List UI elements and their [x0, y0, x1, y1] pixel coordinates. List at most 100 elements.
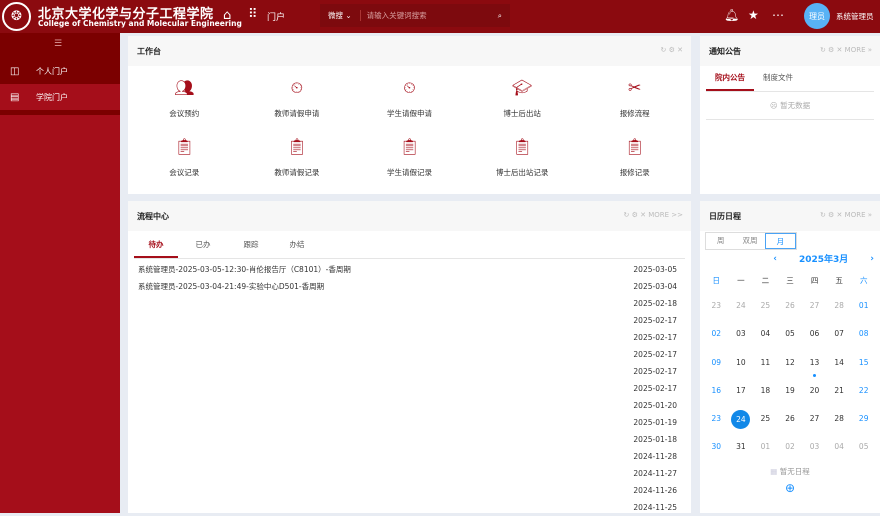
calendar-day[interactable]: 01: [851, 294, 876, 322]
calendar-day[interactable]: 11: [753, 351, 778, 379]
calendar-day[interactable]: 27: [802, 294, 827, 322]
tab-finished[interactable]: 办结: [274, 233, 320, 258]
calendar-day[interactable]: 18: [753, 379, 778, 407]
calendar-day[interactable]: 09: [704, 351, 729, 379]
calendar-day[interactable]: 27: [802, 407, 827, 435]
calendar-day[interactable]: 06: [802, 322, 827, 350]
tab-college-notice[interactable]: 院内公告: [706, 66, 754, 91]
calendar-day[interactable]: 16: [704, 379, 729, 407]
add-schedule-icon[interactable]: ⊕: [700, 481, 880, 495]
workbench-item[interactable]: 📋︎ 学生请假记录: [353, 135, 466, 194]
calendar-day[interactable]: 24: [729, 294, 754, 322]
workbench-item[interactable]: ⏲ 教师请假申请: [241, 76, 354, 135]
process-row[interactable]: 2025-01-20: [128, 397, 691, 414]
workbench-item[interactable]: ✂ 报修流程: [578, 76, 691, 135]
view-week[interactable]: 周: [706, 233, 735, 249]
sidebar-item-personal[interactable]: ◫ 个人门户: [0, 58, 120, 84]
calendar-day[interactable]: 15: [851, 351, 876, 379]
process-row[interactable]: 系统管理员-2025-03-04-21:49-实验中心D501-香周期 2025-…: [128, 278, 691, 295]
calendar-day[interactable]: 02: [704, 322, 729, 350]
search-icon[interactable]: ⌕: [498, 11, 502, 21]
calendar-day[interactable]: 08: [851, 322, 876, 350]
star-icon[interactable]: ★: [748, 8, 759, 22]
calendar-day[interactable]: 21: [827, 379, 852, 407]
apps-grid-icon[interactable]: ⠿: [248, 7, 258, 22]
workbench-item[interactable]: 🎓︎ 博士后出站: [466, 76, 579, 135]
calendar-day[interactable]: 04: [753, 322, 778, 350]
calendar-day[interactable]: 20: [802, 379, 827, 407]
process-row[interactable]: 2025-02-18: [128, 295, 691, 312]
calendar-day[interactable]: 28: [827, 407, 852, 435]
avatar[interactable]: 理员: [804, 3, 830, 29]
calendar-day[interactable]: 29: [851, 407, 876, 435]
process-row[interactable]: 2025-02-17: [128, 380, 691, 397]
process-row[interactable]: 2025-02-17: [128, 346, 691, 363]
calendar-day[interactable]: 19: [778, 379, 803, 407]
process-row[interactable]: 2025-02-17: [128, 363, 691, 380]
calendar-day[interactable]: 25: [753, 407, 778, 435]
panel-tools[interactable]: ↻ ⚙ ✕ MORE »: [820, 46, 872, 54]
next-month-button[interactable]: ›: [870, 254, 874, 264]
calendar-day[interactable]: 05: [851, 435, 876, 463]
tab-track[interactable]: 跟踪: [228, 233, 274, 258]
workbench-item[interactable]: 👥︎ 会议预约: [128, 76, 241, 135]
bell-icon[interactable]: 🔔︎: [724, 8, 739, 22]
calendar-day[interactable]: 04: [827, 435, 852, 463]
workbench-item[interactable]: 📋︎ 教师请假记录: [241, 135, 354, 194]
calendar-day[interactable]: 24: [729, 407, 754, 435]
view-month[interactable]: 月: [764, 233, 796, 249]
panel-tools[interactable]: ↻ ⚙ ✕: [661, 46, 683, 54]
calendar-day[interactable]: 26: [778, 294, 803, 322]
menu-toggle-icon[interactable]: ☰: [54, 39, 62, 49]
calendar-day[interactable]: 01: [753, 435, 778, 463]
process-row[interactable]: 2025-02-17: [128, 329, 691, 346]
calendar-day[interactable]: 28: [827, 294, 852, 322]
process-row[interactable]: 2025-01-18: [128, 431, 691, 448]
workbench-item[interactable]: 📋︎ 报修记录: [578, 135, 691, 194]
tab-todo[interactable]: 待办: [134, 233, 178, 258]
workbench-item[interactable]: 📋︎ 会议记录: [128, 135, 241, 194]
tab-done[interactable]: 已办: [178, 233, 228, 258]
calendar-day[interactable]: 30: [704, 435, 729, 463]
portal-link[interactable]: 门户: [267, 10, 285, 23]
prev-month-button[interactable]: ‹: [773, 254, 777, 264]
tab-regulations[interactable]: 制度文件: [754, 66, 802, 91]
workbench-item[interactable]: 📋︎ 博士后出站记录: [466, 135, 579, 194]
process-row[interactable]: 2024-11-28: [128, 448, 691, 465]
more-link[interactable]: MORE >>: [648, 211, 683, 219]
process-row[interactable]: 2024-11-27: [128, 465, 691, 482]
sidebar-item-college[interactable]: ▤ 学院门户: [0, 84, 120, 110]
calendar-day[interactable]: 17: [729, 379, 754, 407]
search-input[interactable]: [360, 11, 481, 20]
process-row[interactable]: 2025-02-17: [128, 312, 691, 329]
process-row-date: 2025-01-18: [633, 435, 677, 444]
calendar-day[interactable]: 13: [802, 351, 827, 379]
username[interactable]: 系统管理员: [836, 11, 874, 22]
process-row[interactable]: 2024-11-25: [128, 499, 691, 516]
process-row[interactable]: 2024-11-26: [128, 482, 691, 499]
calendar-day[interactable]: 05: [778, 322, 803, 350]
workbench-item[interactable]: ⏲ 学生请假申请: [353, 76, 466, 135]
view-biweek[interactable]: 双周: [735, 233, 764, 249]
process-row[interactable]: 系统管理员-2025-03-05-12:30-肖伦报告厅（C8101）-香周期 2…: [128, 261, 691, 278]
calendar-day[interactable]: 12: [778, 351, 803, 379]
panel-tools[interactable]: ↻ ⚙ ✕ MORE »: [820, 211, 872, 219]
calendar-day[interactable]: 03: [729, 322, 754, 350]
calendar-day[interactable]: 14: [827, 351, 852, 379]
calendar-day[interactable]: 26: [778, 407, 803, 435]
calendar-day[interactable]: 23: [704, 407, 729, 435]
university-logo[interactable]: ❂: [2, 2, 31, 31]
calendar-day[interactable]: 31: [729, 435, 754, 463]
calendar-day[interactable]: 25: [753, 294, 778, 322]
calendar-day[interactable]: 23: [704, 294, 729, 322]
calendar-day[interactable]: 07: [827, 322, 852, 350]
calendar-day[interactable]: 22: [851, 379, 876, 407]
calendar-day[interactable]: 02: [778, 435, 803, 463]
process-row[interactable]: 2025-01-19: [128, 414, 691, 431]
calendar-day[interactable]: 03: [802, 435, 827, 463]
home-icon[interactable]: ⌂: [223, 8, 231, 23]
more-icon[interactable]: ⋯: [772, 8, 784, 22]
panel-tools[interactable]: ↻ ⚙ ✕ MORE >>: [624, 211, 683, 219]
calendar-day[interactable]: 10: [729, 351, 754, 379]
search-scope-select[interactable]: 微搜 ⌄: [320, 10, 361, 21]
